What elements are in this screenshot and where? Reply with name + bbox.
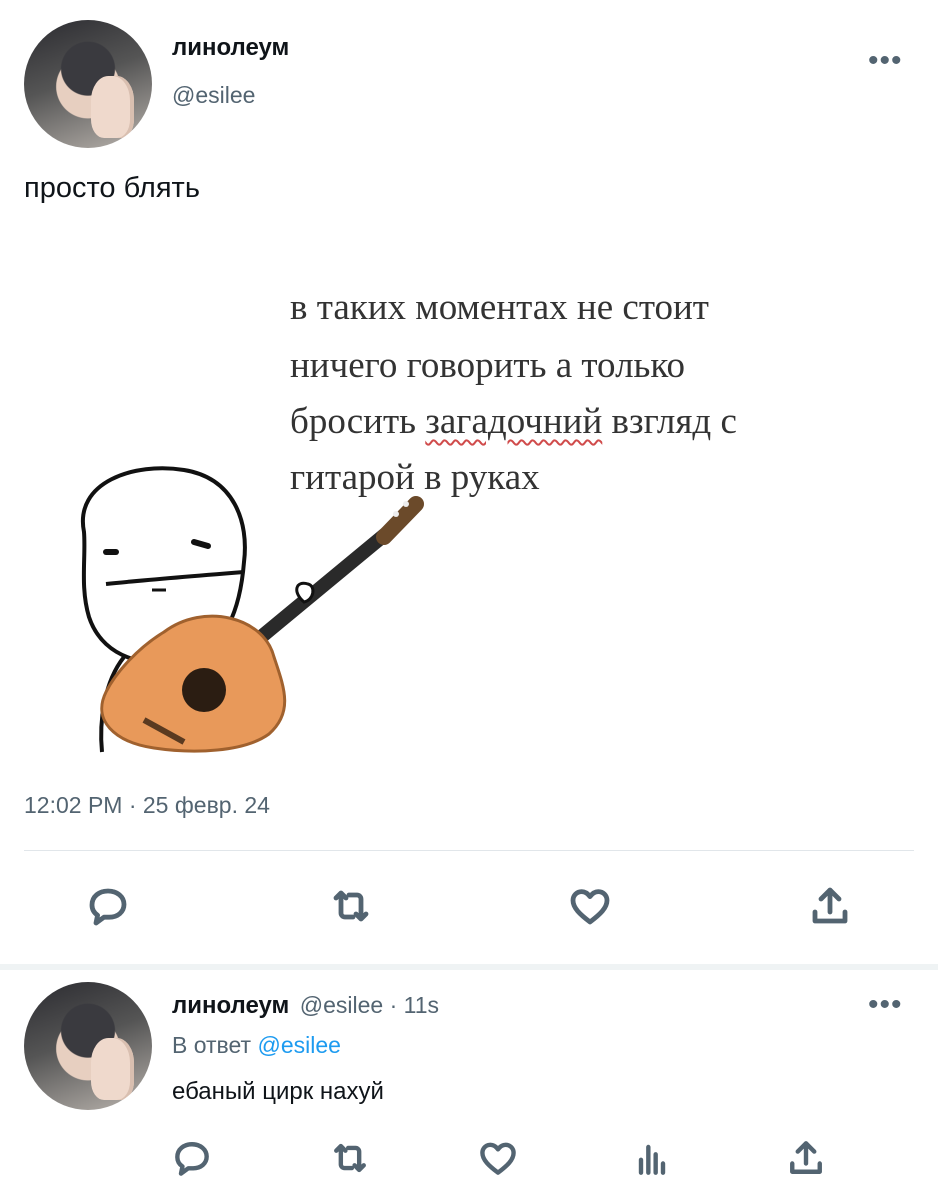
retweet-icon (334, 1143, 366, 1173)
like-button[interactable] (566, 882, 614, 935)
reply-button[interactable] (84, 882, 132, 935)
share-icon (790, 1141, 822, 1174)
like-icon (570, 889, 610, 925)
author-display-name[interactable]: линолеум (172, 34, 289, 62)
replying-to-label: В ответ (172, 1032, 252, 1058)
retweet-icon (333, 890, 369, 922)
reply-views-button[interactable] (630, 1136, 674, 1185)
reply-author-avatar[interactable] (24, 982, 152, 1110)
more-options-button[interactable]: ••• (868, 46, 903, 76)
replying-to: В ответ @esilee (172, 1032, 341, 1059)
reply-icon (89, 888, 127, 926)
reply-retweet-button[interactable] (328, 1136, 372, 1185)
share-icon (812, 887, 848, 924)
meme-text-line: ничего говорить а только (290, 345, 686, 386)
tweet-timestamp[interactable]: 12:02 PM · 25 февр. 24 (24, 792, 270, 819)
reply-author-handle-time[interactable]: @esilee · 11s (300, 992, 439, 1018)
reply-text: ебаный цирк нахуй (172, 1078, 384, 1105)
reply-icon (175, 1142, 209, 1176)
author-avatar[interactable] (24, 20, 152, 148)
reply-share-button[interactable] (784, 1136, 828, 1185)
reply-more-options-button[interactable]: ••• (868, 990, 903, 1020)
replying-to-link[interactable]: @esilee (257, 1032, 340, 1058)
reply-like-button[interactable] (476, 1136, 520, 1185)
reply-reply-button[interactable] (170, 1136, 214, 1185)
meme-text-line: в таких моментах не стоит (290, 287, 709, 328)
section-separator (0, 964, 938, 970)
like-icon (480, 1142, 516, 1175)
tweet-media-image[interactable]: в таких моментах не стоит ничего говорит… (24, 272, 914, 762)
author-handle[interactable]: @esilee (172, 82, 255, 109)
poker-face-guitar-drawing (80, 466, 424, 753)
views-icon (638, 1144, 666, 1175)
meme-text-line: бросить загадочний взгляд с (290, 401, 737, 442)
retweet-button[interactable] (327, 882, 375, 935)
share-button[interactable] (806, 882, 854, 935)
divider (24, 850, 914, 851)
reply-header: линолеум @esilee · 11s (172, 992, 439, 1020)
tweet-text: просто блять (24, 172, 200, 204)
reply-author-display-name[interactable]: линолеум (172, 992, 289, 1019)
